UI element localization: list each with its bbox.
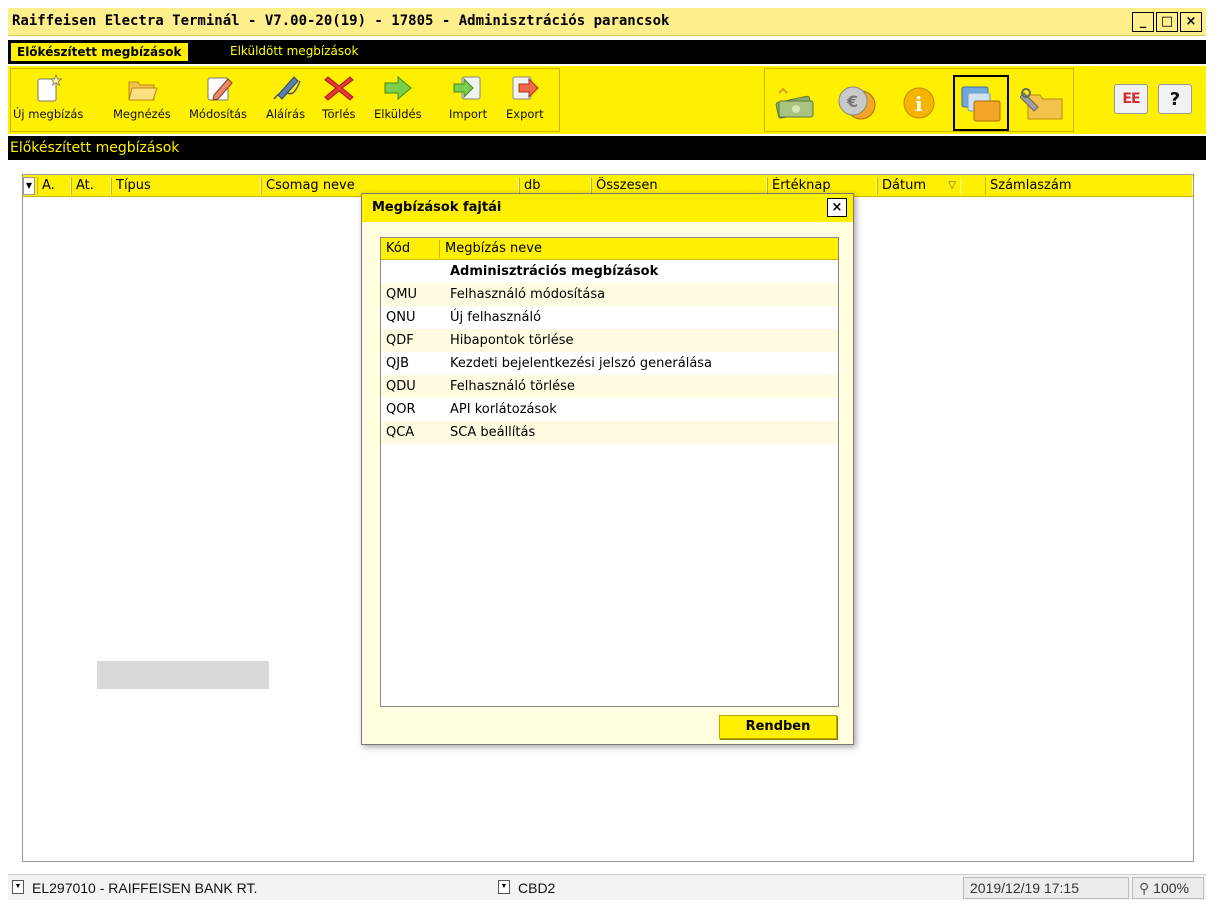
edit-icon bbox=[202, 73, 234, 103]
tab-sent-orders[interactable]: Elküldött megbízások bbox=[230, 44, 358, 58]
exit-icon: EE bbox=[1122, 91, 1140, 107]
item-name: API korlátozások bbox=[450, 402, 557, 417]
open-folder-icon bbox=[126, 73, 158, 103]
item-name: Felhasználó törlése bbox=[450, 379, 575, 394]
sign-pen-icon bbox=[270, 73, 302, 103]
close-window-button[interactable]: × bbox=[1180, 12, 1202, 32]
zoom-level: 100% bbox=[1153, 880, 1189, 896]
list-column-code[interactable]: Kód bbox=[381, 240, 439, 258]
grid-column-chooser-icon[interactable]: ▼ bbox=[23, 177, 35, 195]
new-doc-icon bbox=[32, 73, 64, 103]
date-header-label: Dátum bbox=[882, 178, 926, 193]
tab-prepared-orders[interactable]: Előkészített megbízások bbox=[10, 42, 189, 62]
admin-commands-icon[interactable] bbox=[953, 75, 1009, 131]
new-order-button[interactable]: Új megbízás bbox=[13, 73, 83, 121]
modify-button[interactable]: Módosítás bbox=[189, 73, 247, 121]
ok-button[interactable]: Rendben bbox=[719, 715, 837, 739]
window-controls: _ □ × bbox=[1132, 12, 1202, 32]
list-item[interactable]: QDU Felhasználó törlése bbox=[381, 375, 838, 398]
currency-icon[interactable]: € bbox=[829, 75, 885, 131]
dialog-title: Megbízások fajtái bbox=[372, 200, 502, 215]
delete-button[interactable]: Törlés bbox=[322, 73, 356, 121]
item-code: QOR bbox=[386, 402, 416, 417]
item-code: QNU bbox=[386, 310, 416, 325]
list-item[interactable]: QNU Új felhasználó bbox=[381, 306, 838, 329]
column-header-a[interactable]: A. bbox=[37, 177, 71, 195]
import-icon bbox=[452, 73, 484, 103]
item-name: Felhasználó módosítása bbox=[450, 287, 606, 302]
column-header-at[interactable]: At. bbox=[71, 177, 111, 195]
settings-folder-icon[interactable] bbox=[1015, 75, 1071, 131]
zoom-icon: ⚲ bbox=[1139, 880, 1150, 896]
item-name: Kezdeti bejelentkezési jelszó generálása bbox=[450, 356, 713, 371]
list-item[interactable]: QOR API korlátozások bbox=[381, 398, 838, 421]
bank-selector[interactable]: EL297010 - RAIFFEISEN BANK RT. bbox=[32, 880, 257, 896]
section-title: Előkészített megbízások bbox=[8, 136, 1206, 160]
item-code: QCA bbox=[386, 425, 415, 440]
export-label: Export bbox=[506, 107, 544, 121]
column-header-account[interactable]: Számlaszám bbox=[985, 177, 1193, 195]
import-label: Import bbox=[449, 107, 488, 121]
loading-placeholder bbox=[97, 661, 269, 689]
application-window: Raiffeisen Electra Terminál - V7.00-20(1… bbox=[0, 0, 1212, 904]
column-header-type[interactable]: Típus bbox=[111, 177, 261, 195]
item-code: QJB bbox=[386, 356, 409, 371]
view-label: Megnézés bbox=[113, 107, 171, 121]
order-types-list: Kód Megbízás neve Adminisztrációs megbíz… bbox=[380, 237, 839, 707]
help-icon: ? bbox=[1169, 88, 1181, 110]
view-button[interactable]: Megnézés bbox=[113, 73, 171, 121]
tab-strip: Előkészített megbízások Elküldött megbíz… bbox=[8, 40, 1206, 64]
money-icon[interactable] bbox=[767, 75, 823, 131]
list-header: Kód Megbízás neve bbox=[381, 238, 838, 260]
order-actions-group: Új megbízás Megnézés Módosítás Aláírás T… bbox=[10, 68, 560, 132]
order-types-dialog: Megbízások fajtái × Kód Megbízás neve Ad… bbox=[361, 193, 854, 745]
column-header-date[interactable]: Dátum ▽ bbox=[877, 177, 961, 195]
send-button[interactable]: Elküldés bbox=[374, 73, 422, 121]
dialog-title-bar: Megbízások fajtái × bbox=[362, 194, 853, 222]
delete-label: Törlés bbox=[322, 107, 356, 121]
module-switcher-group: € i bbox=[764, 68, 1074, 132]
item-name: Hibapontok törlése bbox=[450, 333, 574, 348]
list-column-name[interactable]: Megbízás neve bbox=[439, 240, 838, 258]
window-title: Raiffeisen Electra Terminál - V7.00-20(1… bbox=[12, 13, 670, 29]
status-bar: ▼ EL297010 - RAIFFEISEN BANK RT. ▼ CBD2 … bbox=[8, 874, 1206, 900]
datetime-display: 2019/12/19 17:15 bbox=[963, 877, 1129, 899]
send-arrow-icon bbox=[382, 73, 414, 103]
list-item[interactable]: QDF Hibapontok törlése bbox=[381, 329, 838, 352]
send-label: Elküldés bbox=[374, 107, 422, 121]
bank-dropdown-icon[interactable]: ▼ bbox=[12, 880, 24, 894]
maximize-button[interactable]: □ bbox=[1156, 12, 1178, 32]
sign-button[interactable]: Aláírás bbox=[266, 73, 305, 121]
info-icon[interactable]: i bbox=[891, 75, 947, 131]
zoom-control[interactable]: ⚲ 100% bbox=[1132, 877, 1204, 899]
delete-x-icon bbox=[323, 73, 355, 103]
item-name: Új felhasználó bbox=[450, 310, 542, 325]
svg-text:i: i bbox=[915, 92, 923, 116]
svg-text:€: € bbox=[846, 92, 858, 111]
exit-button[interactable]: EE bbox=[1114, 84, 1148, 114]
item-name: SCA beállítás bbox=[450, 425, 536, 440]
list-item[interactable]: QCA SCA beállítás bbox=[381, 421, 838, 444]
export-icon bbox=[509, 73, 541, 103]
branch-dropdown-icon[interactable]: ▼ bbox=[498, 880, 510, 894]
help-button[interactable]: ? bbox=[1158, 84, 1192, 114]
item-code: QMU bbox=[386, 287, 417, 302]
group-label: Adminisztrációs megbízások bbox=[450, 264, 659, 279]
item-code: QDF bbox=[386, 333, 414, 348]
new-order-label: Új megbízás bbox=[13, 107, 84, 121]
item-code: QDU bbox=[386, 379, 416, 394]
list-group-row: Adminisztrációs megbízások bbox=[381, 260, 838, 283]
toolbar: Új megbízás Megnézés Módosítás Aláírás T… bbox=[8, 66, 1206, 134]
import-button[interactable]: Import bbox=[449, 73, 487, 121]
modify-label: Módosítás bbox=[189, 107, 248, 121]
list-item[interactable]: QMU Felhasználó módosítása bbox=[381, 283, 838, 306]
sign-label: Aláírás bbox=[266, 107, 306, 121]
export-button[interactable]: Export bbox=[506, 73, 544, 121]
title-bar: Raiffeisen Electra Terminál - V7.00-20(1… bbox=[8, 8, 1206, 36]
list-item[interactable]: QJB Kezdeti bejelentkezési jelszó generá… bbox=[381, 352, 838, 375]
minimize-button[interactable]: _ bbox=[1132, 12, 1154, 32]
branch-selector[interactable]: CBD2 bbox=[518, 880, 555, 896]
dialog-close-button[interactable]: × bbox=[827, 198, 847, 217]
sort-down-icon: ▽ bbox=[948, 180, 956, 191]
